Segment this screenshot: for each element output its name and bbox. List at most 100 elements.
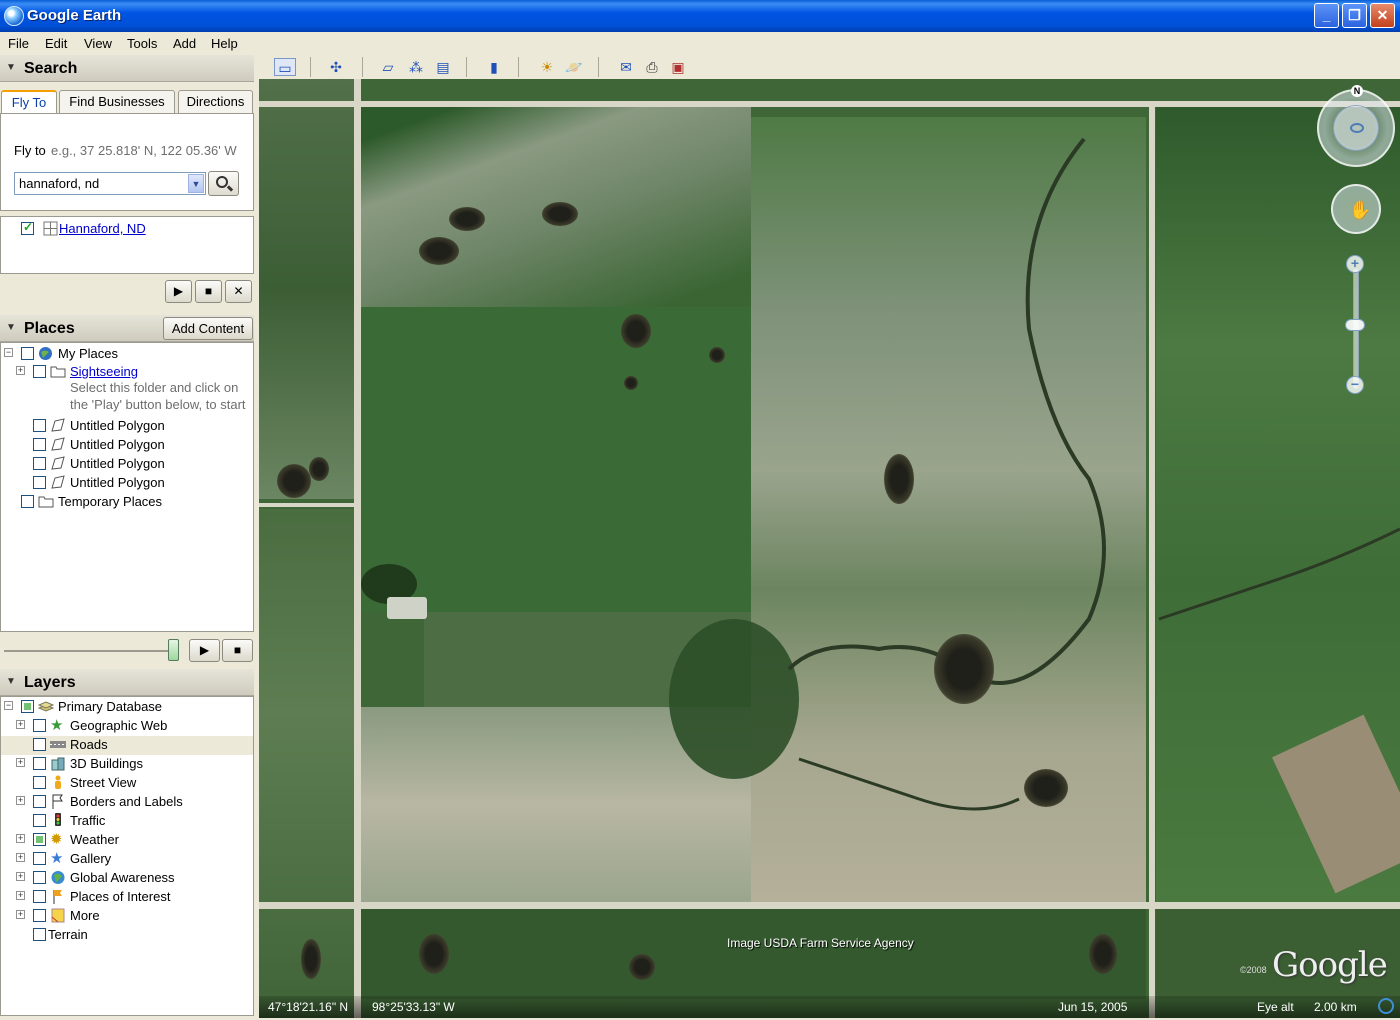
checkbox[interactable] — [33, 852, 46, 865]
history-dropdown-button[interactable]: ▼ — [188, 174, 204, 193]
expand-icon[interactable]: + — [16, 834, 25, 843]
tree-item-polygon[interactable]: Untitled Polygon — [1, 417, 251, 436]
layer-3d-buildings[interactable]: + 3D Buildings — [1, 755, 251, 774]
tree-item-my-places[interactable]: − My Places — [1, 345, 251, 364]
checkbox[interactable] — [33, 419, 46, 432]
checkbox[interactable] — [33, 833, 46, 846]
expand-icon[interactable]: + — [16, 891, 25, 900]
checkbox[interactable] — [33, 438, 46, 451]
layer-global-awareness[interactable]: + Global Awareness — [1, 869, 251, 888]
title-bar[interactable]: Google Earth _ ❐ ✕ — [0, 0, 1400, 32]
stop-tour-button[interactable]: ■ — [195, 280, 222, 303]
expand-icon[interactable]: + — [16, 910, 25, 919]
tab-find-businesses[interactable]: Find Businesses — [59, 90, 175, 113]
clear-results-button[interactable]: ✕ — [225, 280, 252, 303]
layer-weather[interactable]: + ✹ Weather — [1, 831, 251, 850]
sky-planet-icon[interactable]: 🪐 — [564, 58, 584, 76]
expand-icon[interactable]: + — [16, 796, 25, 805]
layers-panel-header[interactable]: ▼ Layers — [0, 669, 254, 696]
checkbox[interactable] — [33, 890, 46, 903]
checkbox[interactable] — [33, 795, 46, 808]
layer-street-view[interactable]: Street View — [1, 774, 251, 793]
look-joystick[interactable] — [1317, 89, 1395, 167]
checkbox[interactable] — [33, 719, 46, 732]
checkbox[interactable] — [33, 928, 46, 941]
layer-places-of-interest[interactable]: + Places of Interest — [1, 888, 251, 907]
checkbox[interactable] — [21, 347, 34, 360]
sunlight-icon[interactable]: ☀ — [537, 58, 557, 76]
checkbox[interactable] — [33, 776, 46, 789]
checkbox[interactable] — [33, 871, 46, 884]
collapse-icon[interactable]: − — [4, 348, 13, 357]
tree-item-polygon[interactable]: Untitled Polygon — [1, 436, 251, 455]
layer-geographic-web[interactable]: + ★ Geographic Web — [1, 717, 251, 736]
checkbox[interactable] — [21, 495, 34, 508]
sidebar-toggle-icon[interactable]: ▭ — [274, 58, 296, 76]
close-button[interactable]: ✕ — [1370, 3, 1395, 28]
layer-roads[interactable]: Roads — [1, 736, 253, 755]
view-in-maps-icon[interactable]: ▣ — [668, 58, 688, 76]
layer-gallery[interactable]: + ★ Gallery — [1, 850, 251, 869]
layer-traffic[interactable]: Traffic — [1, 812, 251, 831]
menu-add[interactable]: Add — [173, 36, 196, 51]
expand-icon[interactable]: + — [16, 758, 25, 767]
zoom-in-button[interactable]: + — [1346, 255, 1364, 273]
menu-file[interactable]: File — [8, 36, 29, 51]
collapse-triangle-icon[interactable]: ▼ — [6, 676, 16, 687]
result-link[interactable]: Hannaford, ND — [59, 221, 146, 236]
layer-more[interactable]: + More — [1, 907, 251, 926]
expand-icon[interactable]: + — [16, 872, 25, 881]
checkbox[interactable] — [33, 738, 46, 751]
add-content-button[interactable]: Add Content — [163, 317, 253, 340]
expand-icon[interactable]: + — [16, 720, 25, 729]
checkbox[interactable] — [33, 757, 46, 770]
result-checkbox[interactable] — [21, 220, 34, 235]
menu-edit[interactable]: Edit — [45, 36, 67, 51]
minimize-button[interactable]: _ — [1314, 3, 1339, 28]
email-icon[interactable]: ✉ — [616, 58, 636, 76]
search-button[interactable] — [208, 171, 239, 196]
collapse-triangle-icon[interactable]: ▼ — [6, 62, 16, 73]
fly-to-input[interactable] — [14, 172, 206, 195]
expand-icon[interactable]: + — [16, 853, 25, 862]
layer-borders-and-labels[interactable]: + Borders and Labels — [1, 793, 251, 812]
collapse-triangle-icon[interactable]: ▼ — [6, 322, 16, 333]
tour-speed-slider-track[interactable] — [4, 650, 178, 652]
layer-terrain[interactable]: Terrain — [1, 926, 251, 945]
menu-view[interactable]: View — [84, 36, 112, 51]
sightseeing-link[interactable]: Sightseeing — [70, 364, 138, 379]
menu-help[interactable]: Help — [211, 36, 238, 51]
menu-tools[interactable]: Tools — [127, 36, 157, 51]
image-overlay-icon[interactable]: ▤ — [433, 58, 453, 76]
zoom-slider-thumb[interactable] — [1345, 319, 1365, 331]
checkbox[interactable] — [21, 700, 34, 713]
print-icon[interactable]: ⎙ — [642, 58, 662, 76]
tab-directions[interactable]: Directions — [178, 90, 253, 113]
search-panel-header[interactable]: ▼ Search — [0, 55, 254, 82]
layer-primary-database[interactable]: − Primary Database — [1, 698, 251, 717]
play-tour-button[interactable]: ▶ — [165, 280, 192, 303]
play-places-button[interactable]: ▶ — [189, 639, 220, 662]
add-polygon-icon[interactable]: ▱ — [378, 58, 398, 76]
tree-item-temporary-places[interactable]: Temporary Places — [1, 493, 251, 512]
add-placemark-icon[interactable]: ✣ — [326, 58, 346, 76]
north-indicator[interactable]: N — [1351, 85, 1363, 97]
tour-speed-slider-thumb[interactable] — [168, 639, 179, 661]
search-result-item[interactable]: Hannaford, ND — [7, 220, 247, 239]
stop-places-button[interactable]: ■ — [222, 639, 253, 662]
checkbox[interactable] — [33, 365, 46, 378]
tree-item-polygon[interactable]: Untitled Polygon — [1, 455, 251, 474]
zoom-out-button[interactable]: − — [1346, 376, 1364, 394]
ruler-icon[interactable]: ▮ — [484, 58, 504, 76]
move-joystick[interactable]: ✋ — [1331, 184, 1381, 234]
expand-icon[interactable]: + — [16, 366, 25, 375]
checkbox[interactable] — [33, 457, 46, 470]
checkbox[interactable] — [33, 814, 46, 827]
collapse-icon[interactable]: − — [4, 701, 13, 710]
add-path-icon[interactable]: ⁂ — [406, 58, 426, 76]
earth-3d-view[interactable]: N ✋ + − Image USDA Farm Service Agency ©… — [259, 79, 1400, 1018]
tab-fly-to[interactable]: Fly To — [1, 90, 57, 114]
tree-item-polygon[interactable]: Untitled Polygon — [1, 474, 251, 493]
maximize-button[interactable]: ❐ — [1342, 3, 1367, 28]
checkbox[interactable] — [33, 909, 46, 922]
